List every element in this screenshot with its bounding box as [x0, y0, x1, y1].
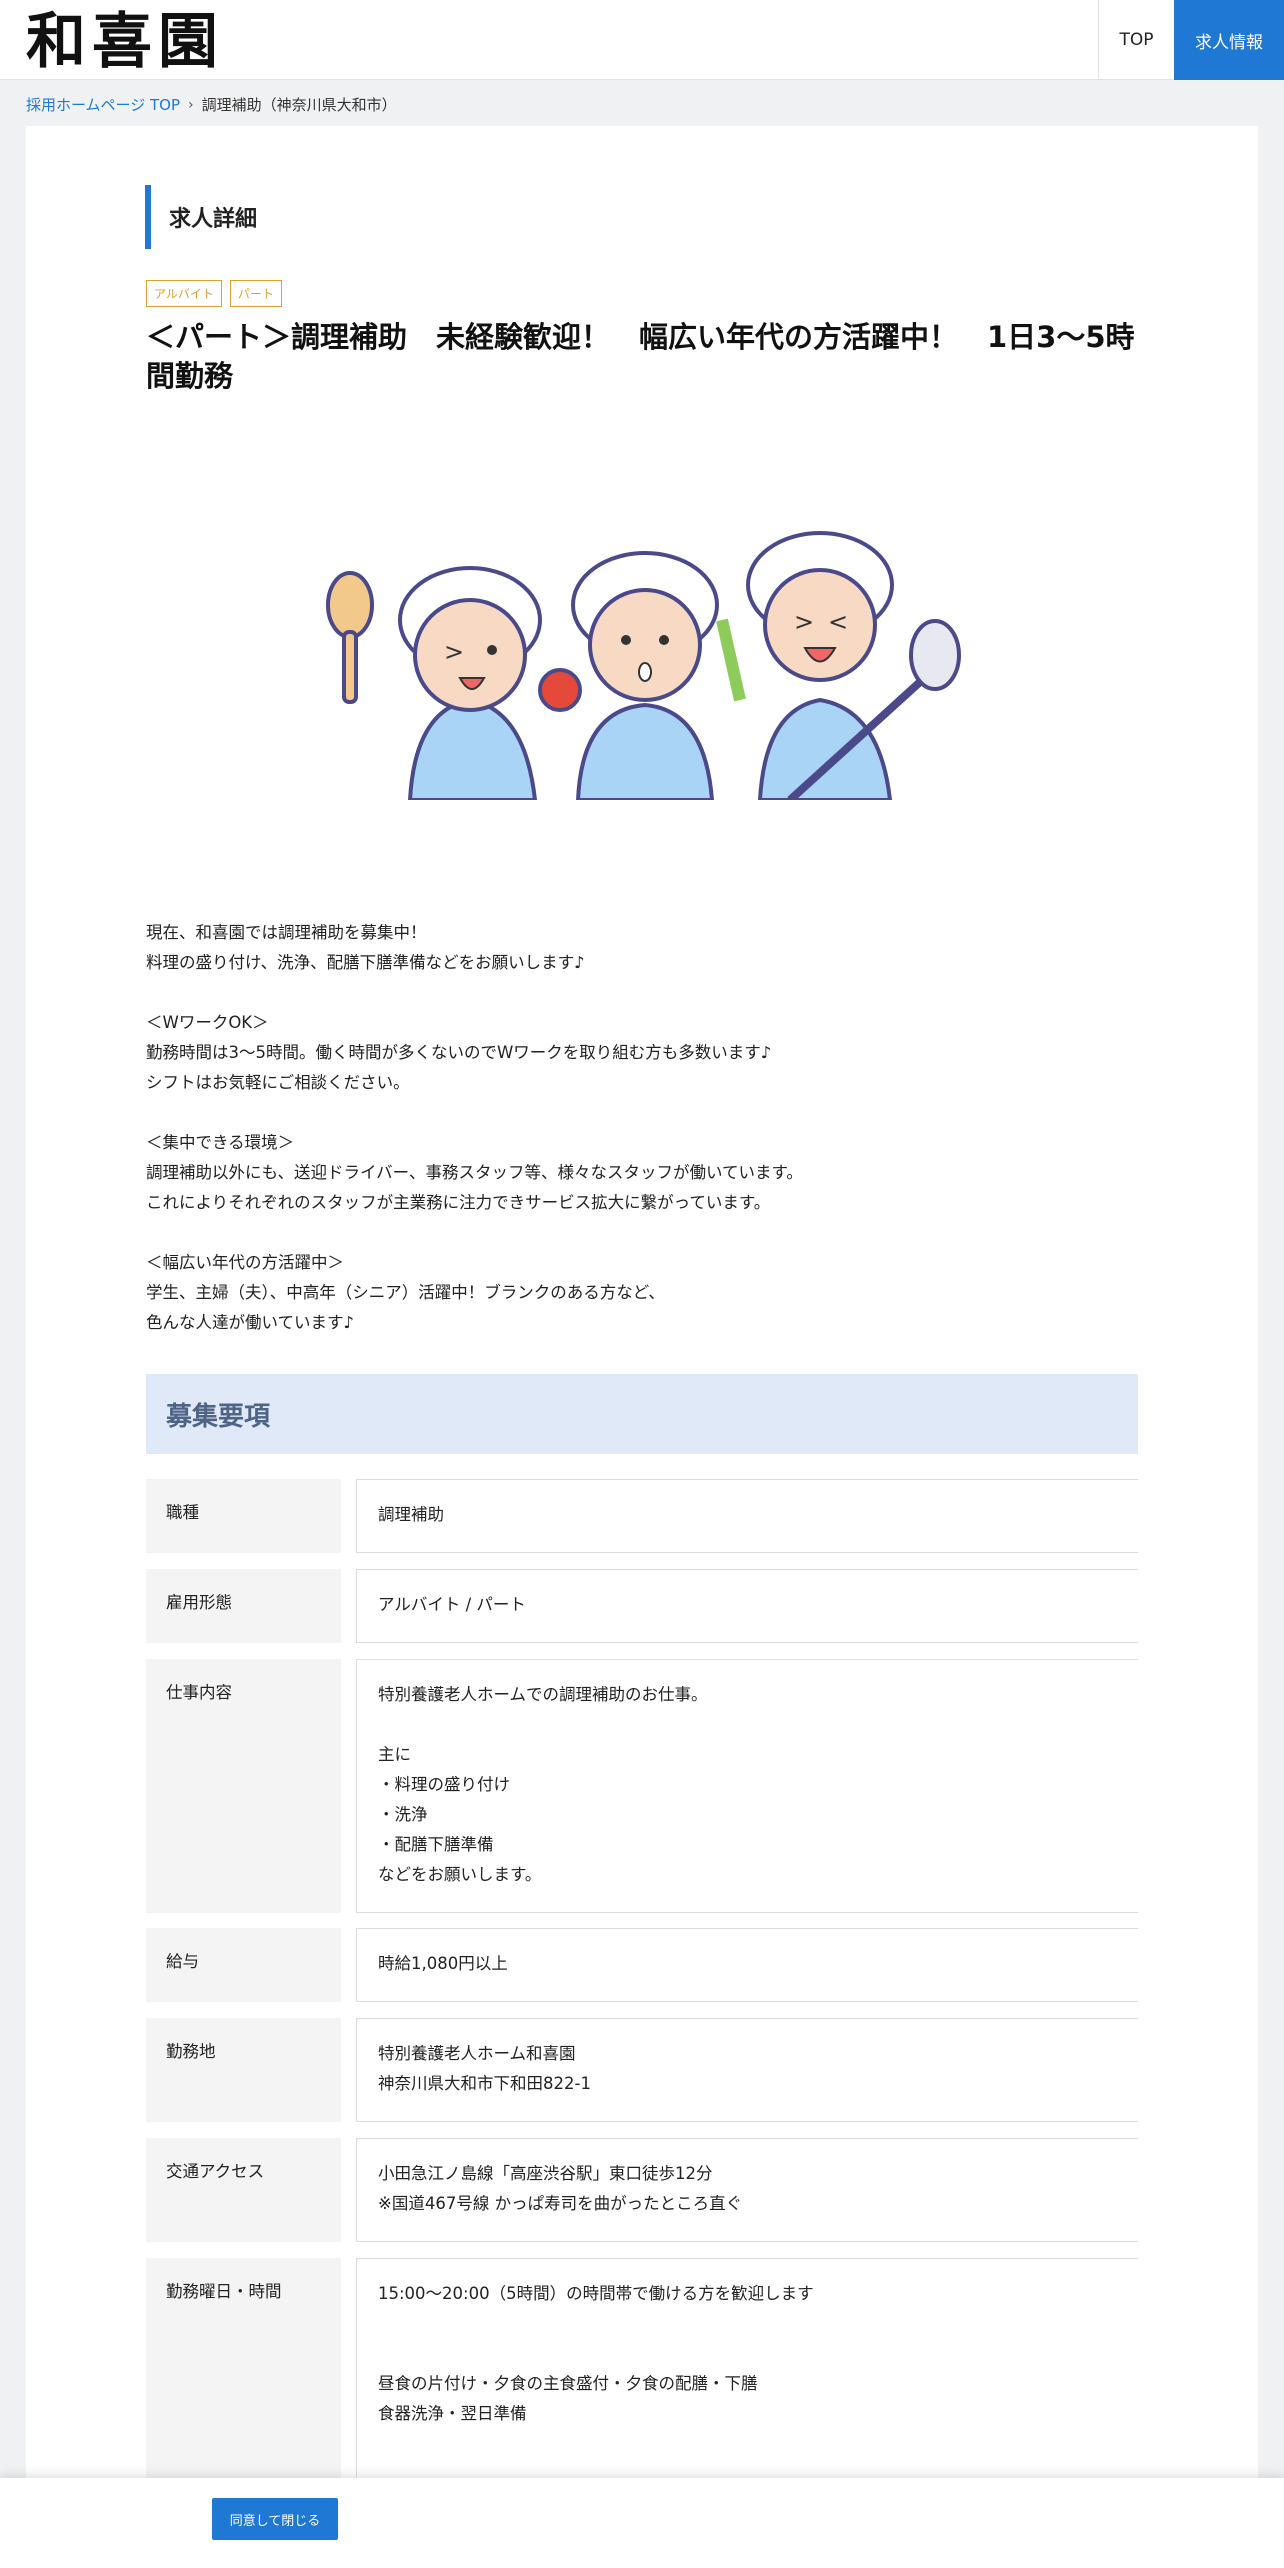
main-nav: TOP 求人情報 — [1098, 0, 1284, 80]
job-title: ＜パート＞調理補助 未経験歓迎！ 幅広い年代の方活躍中！ 1日3～5時間勤務 — [146, 320, 1135, 394]
breadcrumb: 採用ホームページ TOP › 調理補助（神奈川県大和市） — [26, 94, 397, 115]
svg-text:<: < — [828, 608, 848, 636]
requirements-heading: 募集要項 — [146, 1374, 1138, 1454]
staff-right-figure: > < — [746, 531, 961, 800]
nav-jobs-link[interactable]: 求人情報 — [1174, 0, 1284, 80]
nav-top-link[interactable]: TOP — [1098, 0, 1174, 80]
staff-left-figure: > — [326, 566, 542, 800]
req-row-salary: 給与 時給1,080円以上 — [146, 1928, 1138, 2002]
site-header: 和喜園 TOP 求人情報 — [0, 0, 1284, 80]
svg-text:>: > — [444, 638, 464, 666]
req-label: 雇用形態 — [146, 1569, 341, 1643]
kitchen-staff-illustration: > > < — [326, 531, 961, 800]
req-value: 時給1,080円以上 — [356, 1928, 1138, 2002]
req-label: 職種 — [146, 1479, 341, 1553]
req-value: 小田急江ノ島線「高座渋谷駅」東口徒歩12分 ※国道467号線 かっぱ寿司を曲がっ… — [356, 2138, 1138, 2242]
svg-text:和喜園: 和喜園 — [26, 7, 224, 76]
job-description: 現在、和喜園では調理補助を募集中！ 料理の盛り付け、洗浄、配膳下膳準備などをお願… — [146, 923, 803, 1332]
tag-arubaito: アルバイト — [146, 280, 222, 307]
req-value: 特別養護老人ホームでの調理補助のお仕事。 主に ・料理の盛り付け ・洗浄 ・配膳… — [356, 1659, 1138, 1913]
req-label: 給与 — [146, 1928, 341, 2002]
section-heading: 求人詳細 — [145, 185, 257, 249]
req-value: アルバイト / パート — [356, 1569, 1138, 1643]
tag-part: パート — [229, 280, 282, 307]
svg-text:>: > — [794, 608, 814, 636]
req-row-access: 交通アクセス 小田急江ノ島線「高座渋谷駅」東口徒歩12分 ※国道467号線 かっ… — [146, 2138, 1138, 2242]
req-value: 特別養護老人ホーム和喜園 神奈川県大和市下和田822-1 — [356, 2018, 1138, 2122]
req-row-job-type: 職種 調理補助 — [146, 1479, 1138, 1553]
req-label: 交通アクセス — [146, 2138, 341, 2242]
req-row-location: 勤務地 特別養護老人ホーム和喜園 神奈川県大和市下和田822-1 — [146, 2018, 1138, 2122]
employment-tags: アルバイト パート — [146, 280, 282, 307]
logo-calligraphy: 和喜園 — [26, 7, 224, 77]
req-label: 勤務地 — [146, 2018, 341, 2122]
req-label: 仕事内容 — [146, 1659, 341, 1913]
breadcrumb-home-link[interactable]: 採用ホームページ TOP — [26, 94, 180, 115]
req-row-employment: 雇用形態 アルバイト / パート — [146, 1569, 1138, 1643]
breadcrumb-current: 調理補助（神奈川県大和市） — [201, 96, 397, 114]
agree-close-button[interactable]: 同意して閉じる — [212, 2498, 338, 2540]
req-value: 調理補助 — [356, 1479, 1138, 1553]
staff-middle-figure — [538, 551, 746, 800]
breadcrumb-separator: › — [188, 96, 194, 113]
cookie-consent-bar: 同意して閉じる — [0, 2478, 1284, 2568]
req-row-duties: 仕事内容 特別養護老人ホームでの調理補助のお仕事。 主に ・料理の盛り付け ・洗… — [146, 1659, 1138, 1913]
site-logo[interactable]: 和喜園 — [26, 4, 266, 77]
